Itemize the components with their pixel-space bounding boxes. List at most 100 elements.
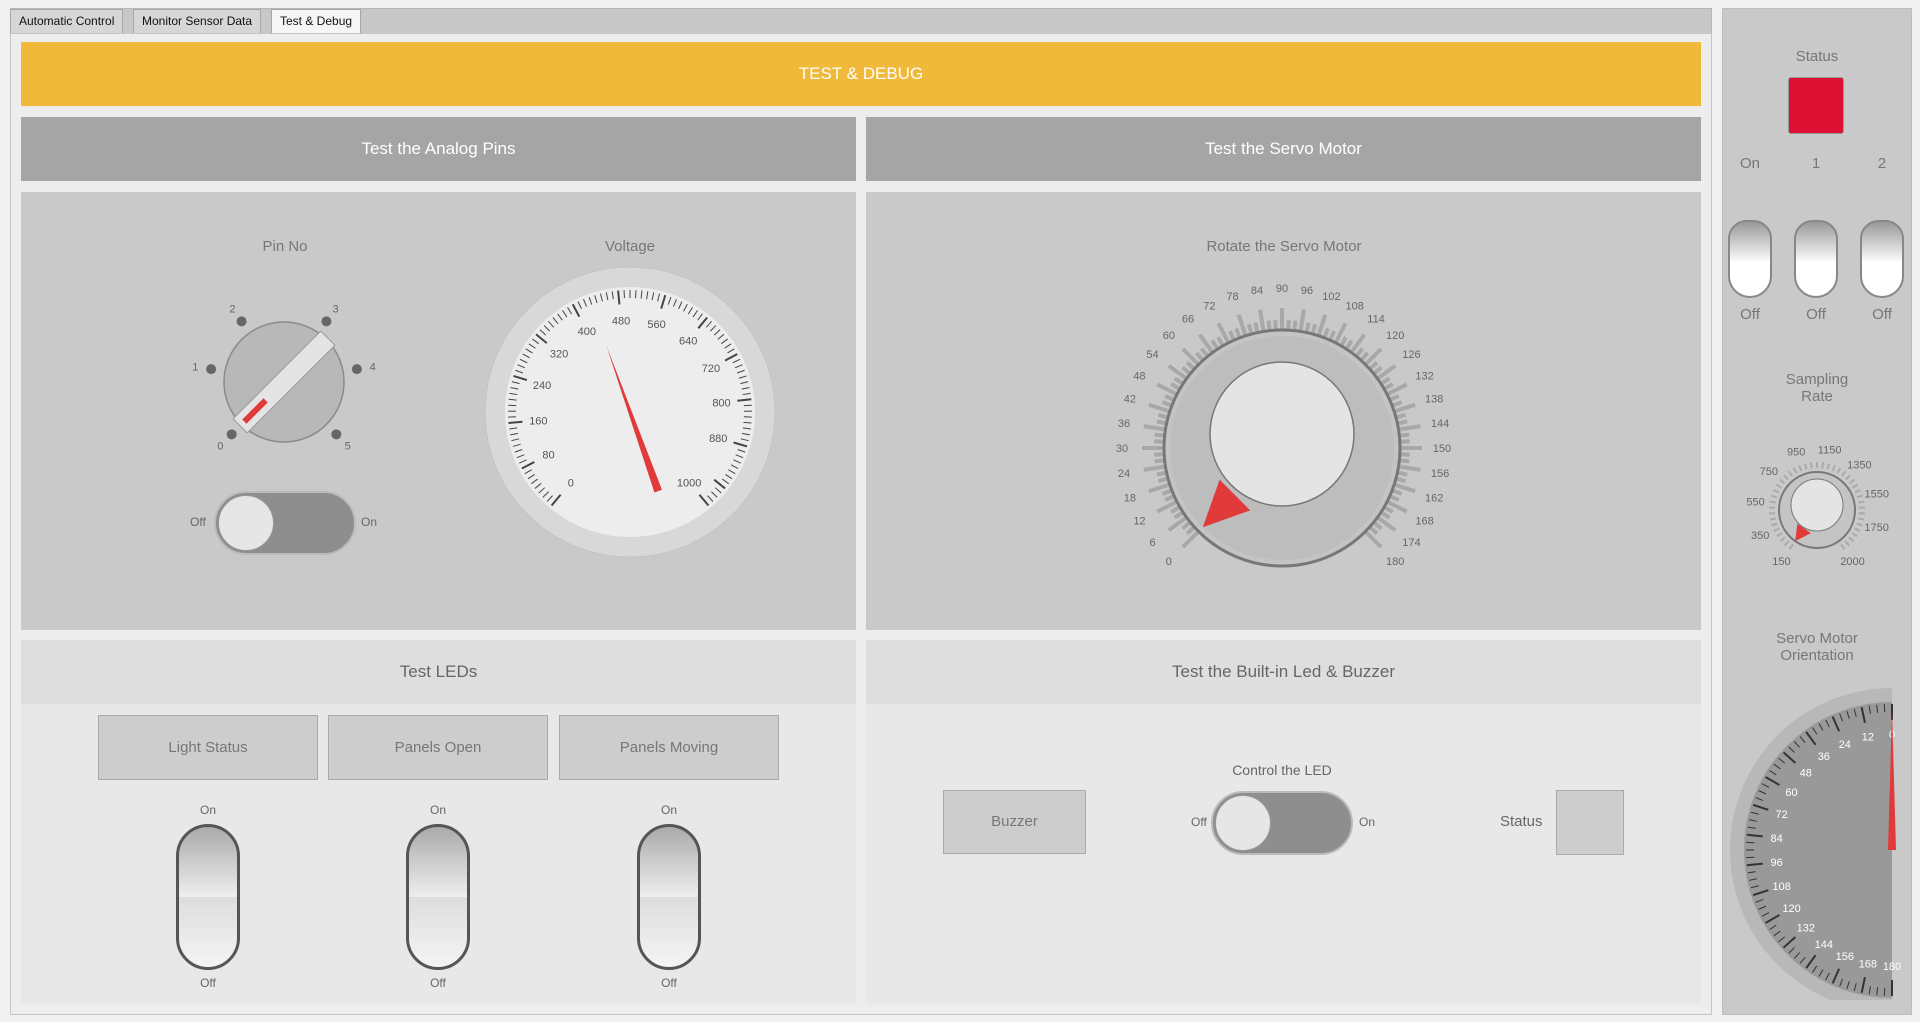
pin-dot	[206, 364, 217, 375]
servo-tick-label: 18	[1124, 492, 1136, 504]
servo-tick-label: 90	[1276, 283, 1288, 295]
servo-tick-label: 108	[1345, 300, 1363, 312]
tab-monitor-sensor-data[interactable]: Monitor Sensor Data	[133, 9, 262, 33]
orientation-tick-label: 120	[1782, 903, 1800, 915]
analog-header: Test the Analog Pins	[21, 117, 856, 181]
servo-knob-label: Rotate the Servo Motor	[1206, 238, 1362, 255]
servo-rotation-knob[interactable]: 06 12 18 24 30 36 42 4854 60 66 72 78 84 90 96 102 108 11…	[1084, 268, 1484, 608]
sampling-rate-knob[interactable]: 150 350 550 750 950 1150 1350 1550 1750 2000	[1742, 432, 1892, 582]
sampling-tick	[1845, 474, 1851, 481]
led-switch-off-label: Off	[200, 976, 216, 990]
voltage-tick-label: 0	[568, 477, 574, 489]
sampling-tick	[1798, 465, 1803, 472]
pin-selector-knob[interactable]: 0 1 2 3 4 5	[180, 280, 390, 470]
servo-tick-label: 54	[1146, 349, 1158, 361]
sampling-tick-label: 1350	[1847, 460, 1871, 472]
servo-tick-label: 126	[1402, 349, 1420, 361]
sampling-tick	[1769, 517, 1777, 521]
pin-dot	[331, 429, 342, 440]
led-toggle-on-label: On	[1359, 815, 1376, 829]
orientation-tick-label: 132	[1797, 923, 1815, 935]
sampling-tick	[1771, 522, 1778, 527]
sampling-tick	[1857, 517, 1865, 521]
servo-tick-label: 60	[1163, 330, 1175, 342]
pin-tick-label: 0	[217, 441, 223, 453]
servo-tick-label: 144	[1431, 418, 1449, 430]
sampling-tick	[1783, 540, 1790, 547]
servo-tick-label: 30	[1116, 443, 1128, 455]
led-switch-on-label: On	[199, 803, 216, 817]
sampling-tick	[1854, 527, 1861, 532]
builtin-header: Test the Built-in Led & Buzzer	[866, 640, 1701, 704]
orientation-tick-label: 12	[1862, 732, 1874, 744]
sampling-tick	[1770, 494, 1778, 499]
voltage-tick-label: 480	[612, 315, 630, 327]
led-switch-on-label: On	[660, 803, 677, 817]
sampling-tick	[1856, 494, 1864, 499]
sampling-tick	[1804, 463, 1808, 470]
analog-toggle-off-label: Off	[190, 515, 206, 529]
voltage-tick-label: 400	[578, 326, 596, 338]
led-switch-3[interactable]	[637, 824, 701, 970]
sampling-tick	[1851, 532, 1858, 538]
tab-automatic-control[interactable]: Automatic Control	[10, 9, 124, 33]
sidebar-switch-2[interactable]	[1794, 220, 1838, 298]
sampling-tick	[1772, 488, 1780, 494]
servo-tick-label: 96	[1301, 285, 1313, 297]
sampling-tick	[1841, 470, 1847, 477]
sampling-tick	[1858, 500, 1865, 504]
orientation-tick-label: 36	[1818, 751, 1830, 763]
servo-tick-label: 66	[1182, 314, 1194, 326]
sampling-tick	[1788, 543, 1794, 550]
sidebar-switch-1[interactable]	[1728, 220, 1772, 298]
builtin-status-indicator	[1556, 790, 1624, 855]
orientation-gauge-face	[1744, 702, 1892, 998]
voltage-tick-label: 640	[679, 336, 697, 348]
light-status-button[interactable]: Light Status	[98, 715, 318, 780]
orientation-tick-label: 180	[1883, 961, 1901, 973]
sampling-tick-label: 2000	[1840, 556, 1864, 568]
switch-label-2: 2	[1877, 155, 1887, 172]
sampling-tick	[1848, 536, 1855, 542]
pin-tick-label: 3	[333, 303, 339, 315]
sampling-tick	[1792, 467, 1798, 474]
sampling-tick	[1848, 478, 1855, 485]
led-toggle[interactable]	[1211, 791, 1353, 855]
buzzer-button[interactable]: Buzzer	[943, 790, 1086, 854]
servo-tick-label: 102	[1322, 291, 1340, 303]
servo-tick-label: 114	[1367, 314, 1385, 326]
pin-tick-label: 5	[345, 441, 351, 453]
tab-test-debug[interactable]: Test & Debug	[271, 9, 362, 34]
orientation-tick-label: 108	[1772, 881, 1790, 893]
sampling-tick	[1779, 536, 1786, 542]
sampling-tick	[1773, 527, 1780, 532]
servo-header: Test the Servo Motor	[866, 117, 1701, 181]
panels-open-button[interactable]: Panels Open	[328, 715, 548, 780]
servo-tick-label: 168	[1415, 516, 1433, 528]
servo-orientation-label-2: Orientation	[1780, 647, 1854, 664]
panels-moving-button[interactable]: Panels Moving	[559, 715, 779, 780]
voltage-tick	[508, 420, 523, 425]
voltage-tick-label: 80	[542, 450, 554, 462]
led-switch-2[interactable]	[406, 824, 470, 970]
voltage-tick-label: 720	[702, 363, 720, 375]
control-led-label: Control the LED	[1232, 762, 1332, 778]
switch-label-on: On	[1739, 155, 1760, 172]
sidebar-switch-3[interactable]	[1860, 220, 1904, 298]
leds-header: Test LEDs	[21, 640, 856, 704]
led-switch-off-label: Off	[430, 976, 446, 990]
sampling-tick	[1769, 500, 1776, 504]
sampling-tick-label: 550	[1746, 497, 1764, 509]
analog-toggle[interactable]	[214, 491, 356, 555]
sampling-tick	[1779, 478, 1786, 485]
orientation-tick-label: 168	[1859, 958, 1877, 970]
led-switch-1[interactable]	[176, 824, 240, 970]
led-switch-off-label: Off	[661, 976, 677, 990]
sampling-tick-label: 1150	[1818, 444, 1842, 456]
page-banner: TEST & DEBUG	[21, 42, 1701, 106]
switch-state-on: Off	[1740, 306, 1760, 323]
pin-tick-label: 2	[229, 303, 235, 315]
servo-tick-label: 162	[1425, 492, 1443, 504]
sampling-tick	[1809, 462, 1813, 469]
voltage-gauge: 0 80 160 240 320 400 480 560 640 720 800 880 1000	[484, 266, 776, 558]
